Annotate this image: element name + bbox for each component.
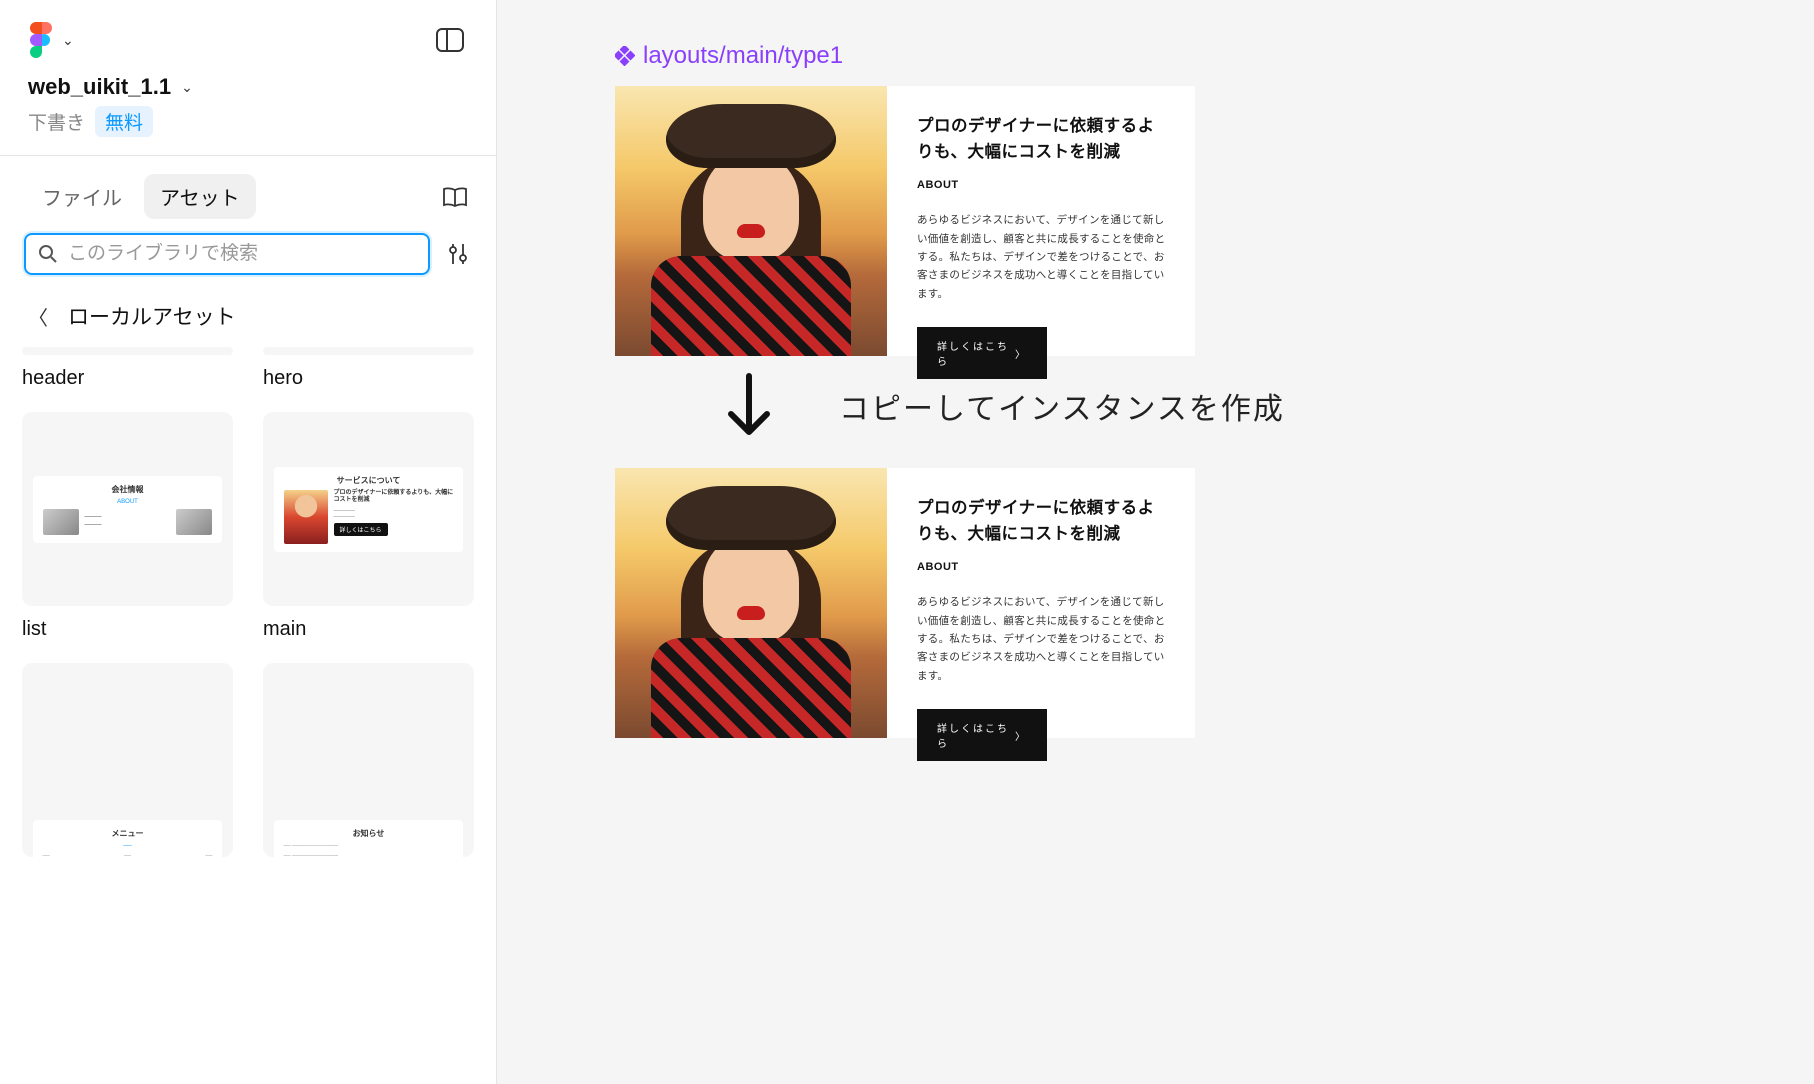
layout-subheading: ABOUT — [917, 179, 1171, 191]
chevron-down-icon: ⌄ — [62, 32, 74, 49]
asset-thumb: メニュー ── ────── ────── — [22, 663, 233, 857]
canvas-content: layouts/main/type1 プロのデザイナーに依頼するよりも、大幅にコ… — [615, 42, 1795, 738]
layout-heading: プロのデザイナーに依頼するよりも、大幅にコストを削減 — [917, 496, 1171, 547]
file-header: web_uikit_1.1 ⌄ 下書き 無料 — [0, 68, 496, 155]
layout-text-block: プロのデザイナーに依頼するよりも、大幅にコストを削減 ABOUT あらゆるビジネ… — [917, 86, 1195, 356]
chevron-left-icon: 〈 — [28, 302, 48, 331]
thumb-main-heading: プロのデザイナーに依頼するよりも、大幅にコストを削減 — [334, 490, 454, 506]
search-icon — [38, 244, 58, 264]
asset-card-hero[interactable]: hero — [263, 347, 474, 390]
asset-thumb — [263, 347, 474, 355]
thumb-list-sub: ABOUT — [117, 499, 138, 505]
layout-cta-button[interactable]: 詳しくはこちら 〉 — [917, 709, 1047, 761]
layout-heading: プロのデザイナーに依頼するよりも、大幅にコストを削減 — [917, 114, 1171, 165]
draft-label: 下書き — [28, 108, 85, 135]
layout-subheading: ABOUT — [917, 561, 1171, 573]
layout-component-instance[interactable]: プロのデザイナーに依頼するよりも、大幅にコストを削減 ABOUT あらゆるビジネ… — [615, 468, 1195, 738]
layout-body: あらゆるビジネスにおいて、デザインを通じて新しい価値を創造し、顧客と共に成長する… — [917, 593, 1171, 685]
layout-cta-label: 詳しくはこちら — [937, 338, 1015, 368]
asset-card-header[interactable]: header — [22, 347, 233, 390]
library-button[interactable] — [440, 182, 470, 212]
search-field[interactable] — [24, 233, 430, 275]
arrow-down-icon — [719, 370, 779, 442]
asset-thumb: 会社情報 ABOUT ──────── — [22, 412, 233, 606]
book-icon — [441, 185, 469, 209]
panel-tabs: ファイル アセット — [0, 156, 496, 233]
layout-text-block: プロのデザイナーに依頼するよりも、大幅にコストを削減 ABOUT あらゆるビジネ… — [917, 468, 1195, 738]
asset-thumb: サービスについて プロのデザイナーに依頼するよりも、大幅にコストを削減 ────… — [263, 412, 474, 606]
asset-label: main — [263, 618, 474, 641]
search-input[interactable] — [68, 243, 416, 265]
instruction-row: コピーしてインスタンスを作成 — [719, 370, 1795, 442]
component-path: layouts/main/type1 — [643, 42, 843, 70]
search-row — [0, 233, 496, 293]
asset-thumb — [22, 347, 233, 355]
thumb-main-btn: 詳しくはこちら — [334, 523, 388, 536]
asset-card-main[interactable]: サービスについて プロのデザイナーに依頼するよりも、大幅にコストを削減 ────… — [263, 412, 474, 641]
chevron-down-icon: ⌄ — [181, 79, 193, 96]
asset-card-list[interactable]: 会社情報 ABOUT ──────── list — [22, 412, 233, 641]
instruction-text: コピーしてインスタンスを作成 — [839, 384, 1285, 428]
free-badge[interactable]: 無料 — [95, 106, 153, 137]
filter-button[interactable] — [444, 240, 472, 268]
asset-label: list — [22, 618, 233, 641]
chevron-right-icon: 〉 — [1015, 728, 1027, 743]
asset-grid: header hero 会社情報 ABOUT ──────── list — [0, 347, 496, 857]
thumb-main-title: サービスについて — [337, 475, 401, 486]
thumb-list-title: 会社情報 — [111, 484, 143, 495]
sliders-icon — [447, 242, 469, 266]
layout-cta-label: 詳しくはこちら — [937, 720, 1015, 750]
layout-image — [615, 86, 887, 356]
asset-label: header — [22, 367, 233, 390]
local-assets-nav[interactable]: 〈 ローカルアセット — [0, 293, 496, 347]
panel-toggle-button[interactable] — [432, 25, 468, 55]
tab-assets[interactable]: アセット — [144, 174, 256, 219]
component-icon — [615, 46, 635, 66]
local-assets-label: ローカルアセット — [68, 301, 236, 331]
canvas[interactable]: layouts/main/type1 プロのデザイナーに依頼するよりも、大幅にコ… — [497, 0, 1814, 1084]
layout-body: あらゆるビジネスにおいて、デザインを通じて新しい価値を創造し、顧客と共に成長する… — [917, 211, 1171, 303]
left-panel: ⌄ web_uikit_1.1 ⌄ 下書き 無料 ファイル アセット — [0, 0, 497, 1084]
asset-card-news[interactable]: お知らせ ── ───────────── ── ───────────── ─… — [263, 663, 474, 857]
asset-thumb: お知らせ ── ───────────── ── ───────────── ─… — [263, 663, 474, 857]
thumb-news-title: お知らせ — [353, 828, 385, 839]
tab-file[interactable]: ファイル — [26, 174, 138, 219]
layout-image — [615, 468, 887, 738]
chevron-right-icon: 〉 — [1015, 346, 1027, 361]
asset-label: hero — [263, 367, 474, 390]
figma-menu[interactable]: ⌄ — [28, 22, 74, 58]
thumb-menu-title: メニュー — [111, 828, 143, 839]
asset-card-menu[interactable]: メニュー ── ────── ────── — [22, 663, 233, 857]
figma-logo-icon — [28, 22, 52, 58]
component-label[interactable]: layouts/main/type1 — [615, 42, 1795, 70]
file-title-button[interactable]: web_uikit_1.1 ⌄ — [28, 74, 468, 100]
sidebar-toggle-icon — [435, 27, 465, 53]
layout-cta-button[interactable]: 詳しくはこちら 〉 — [917, 327, 1047, 379]
toolbar-top: ⌄ — [0, 0, 496, 68]
layout-component-master[interactable]: プロのデザイナーに依頼するよりも、大幅にコストを削減 ABOUT あらゆるビジネ… — [615, 86, 1195, 356]
file-title: web_uikit_1.1 — [28, 74, 171, 100]
